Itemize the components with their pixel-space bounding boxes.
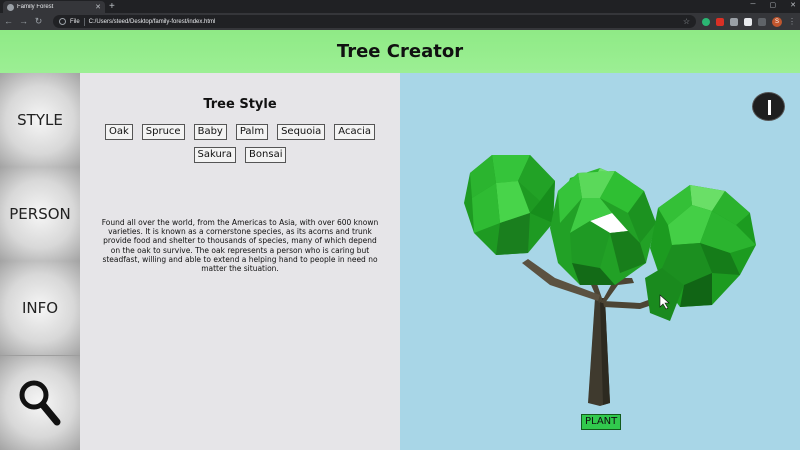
sidebar-item-label: INFO [21, 299, 59, 317]
url-text[interactable]: C:/Users/steed/Desktop/family-forest/ind… [89, 19, 679, 25]
close-window-icon[interactable]: ✕ [790, 1, 796, 9]
search-icon [19, 380, 61, 426]
sidebar-item-label: PERSON [9, 205, 71, 223]
browser-tab[interactable]: Family Forest ✕ [3, 1, 105, 13]
tree-viewport[interactable]: PLANT [400, 73, 800, 450]
tab-title: Family Forest [17, 4, 54, 10]
sidebar: STYLE PERSON INFO [0, 73, 80, 450]
address-bar[interactable]: File C:/Users/steed/Desktop/family-fores… [53, 15, 696, 28]
puzzle-icon[interactable] [730, 17, 738, 26]
plant-button[interactable]: PLANT [581, 414, 622, 430]
style-panel: Tree Style Oak Spruce Baby Palm Sequoia … [80, 73, 400, 450]
extension-icon[interactable] [716, 17, 724, 26]
new-tab-button[interactable]: + [109, 1, 115, 12]
style-button-sequoia[interactable]: Sequoia [277, 124, 326, 140]
style-button-bonsai[interactable]: Bonsai [245, 147, 287, 163]
divider [83, 17, 85, 26]
browser-tab-strip: Family Forest ✕ + ─ ▢ ✕ [0, 0, 800, 13]
window-controls: ─ ▢ ✕ [751, 1, 796, 9]
sidebar-item-style[interactable]: STYLE [0, 73, 80, 167]
profile-avatar[interactable]: S [772, 16, 782, 27]
app-header: Tree Creator [0, 30, 800, 73]
style-button-group: Oak Spruce Baby Palm Sequoia Acacia Saku… [100, 124, 380, 163]
style-button-oak[interactable]: Oak [104, 124, 133, 140]
style-button-baby[interactable]: Baby [193, 124, 227, 140]
info-icon[interactable] [752, 92, 785, 121]
sidebar-item-person[interactable]: PERSON [0, 167, 80, 261]
cast-icon[interactable] [758, 17, 766, 26]
style-button-spruce[interactable]: Spruce [141, 124, 185, 140]
tree-canopy-left [464, 155, 555, 255]
menu-icon[interactable]: ⋮ [788, 17, 796, 26]
tree-canopy-center [550, 171, 656, 285]
browser-toolbar: ← → ↻ File C:/Users/steed/Desktop/family… [0, 13, 800, 30]
style-button-sakura[interactable]: Sakura [193, 147, 237, 163]
extension-icon[interactable] [702, 17, 710, 26]
extension-icon[interactable] [744, 17, 752, 26]
app-root: Tree Creator STYLE PERSON INFO Tree Styl… [0, 30, 800, 450]
sidebar-item-search[interactable] [0, 356, 80, 450]
site-info-icon[interactable] [59, 18, 66, 25]
url-scheme: File [70, 18, 80, 25]
maximize-icon[interactable]: ▢ [770, 1, 777, 9]
panel-title: Tree Style [203, 97, 277, 112]
page-title: Tree Creator [336, 41, 464, 62]
tree-model [464, 155, 756, 406]
style-description: Found all over the world, from the Ameri… [101, 218, 379, 274]
sidebar-item-label: STYLE [17, 111, 63, 129]
sidebar-item-info[interactable]: INFO [0, 261, 80, 355]
reload-icon[interactable]: ↻ [34, 17, 43, 26]
close-tab-icon[interactable]: ✕ [95, 4, 101, 11]
back-arrow-icon[interactable]: ← [4, 17, 13, 26]
style-button-acacia[interactable]: Acacia [334, 124, 375, 140]
minimize-icon[interactable]: ─ [751, 1, 756, 9]
forward-arrow-icon[interactable]: → [19, 17, 28, 26]
bookmark-star-icon[interactable]: ☆ [683, 17, 690, 26]
favicon-icon [7, 3, 14, 11]
style-button-palm[interactable]: Palm [235, 124, 269, 140]
